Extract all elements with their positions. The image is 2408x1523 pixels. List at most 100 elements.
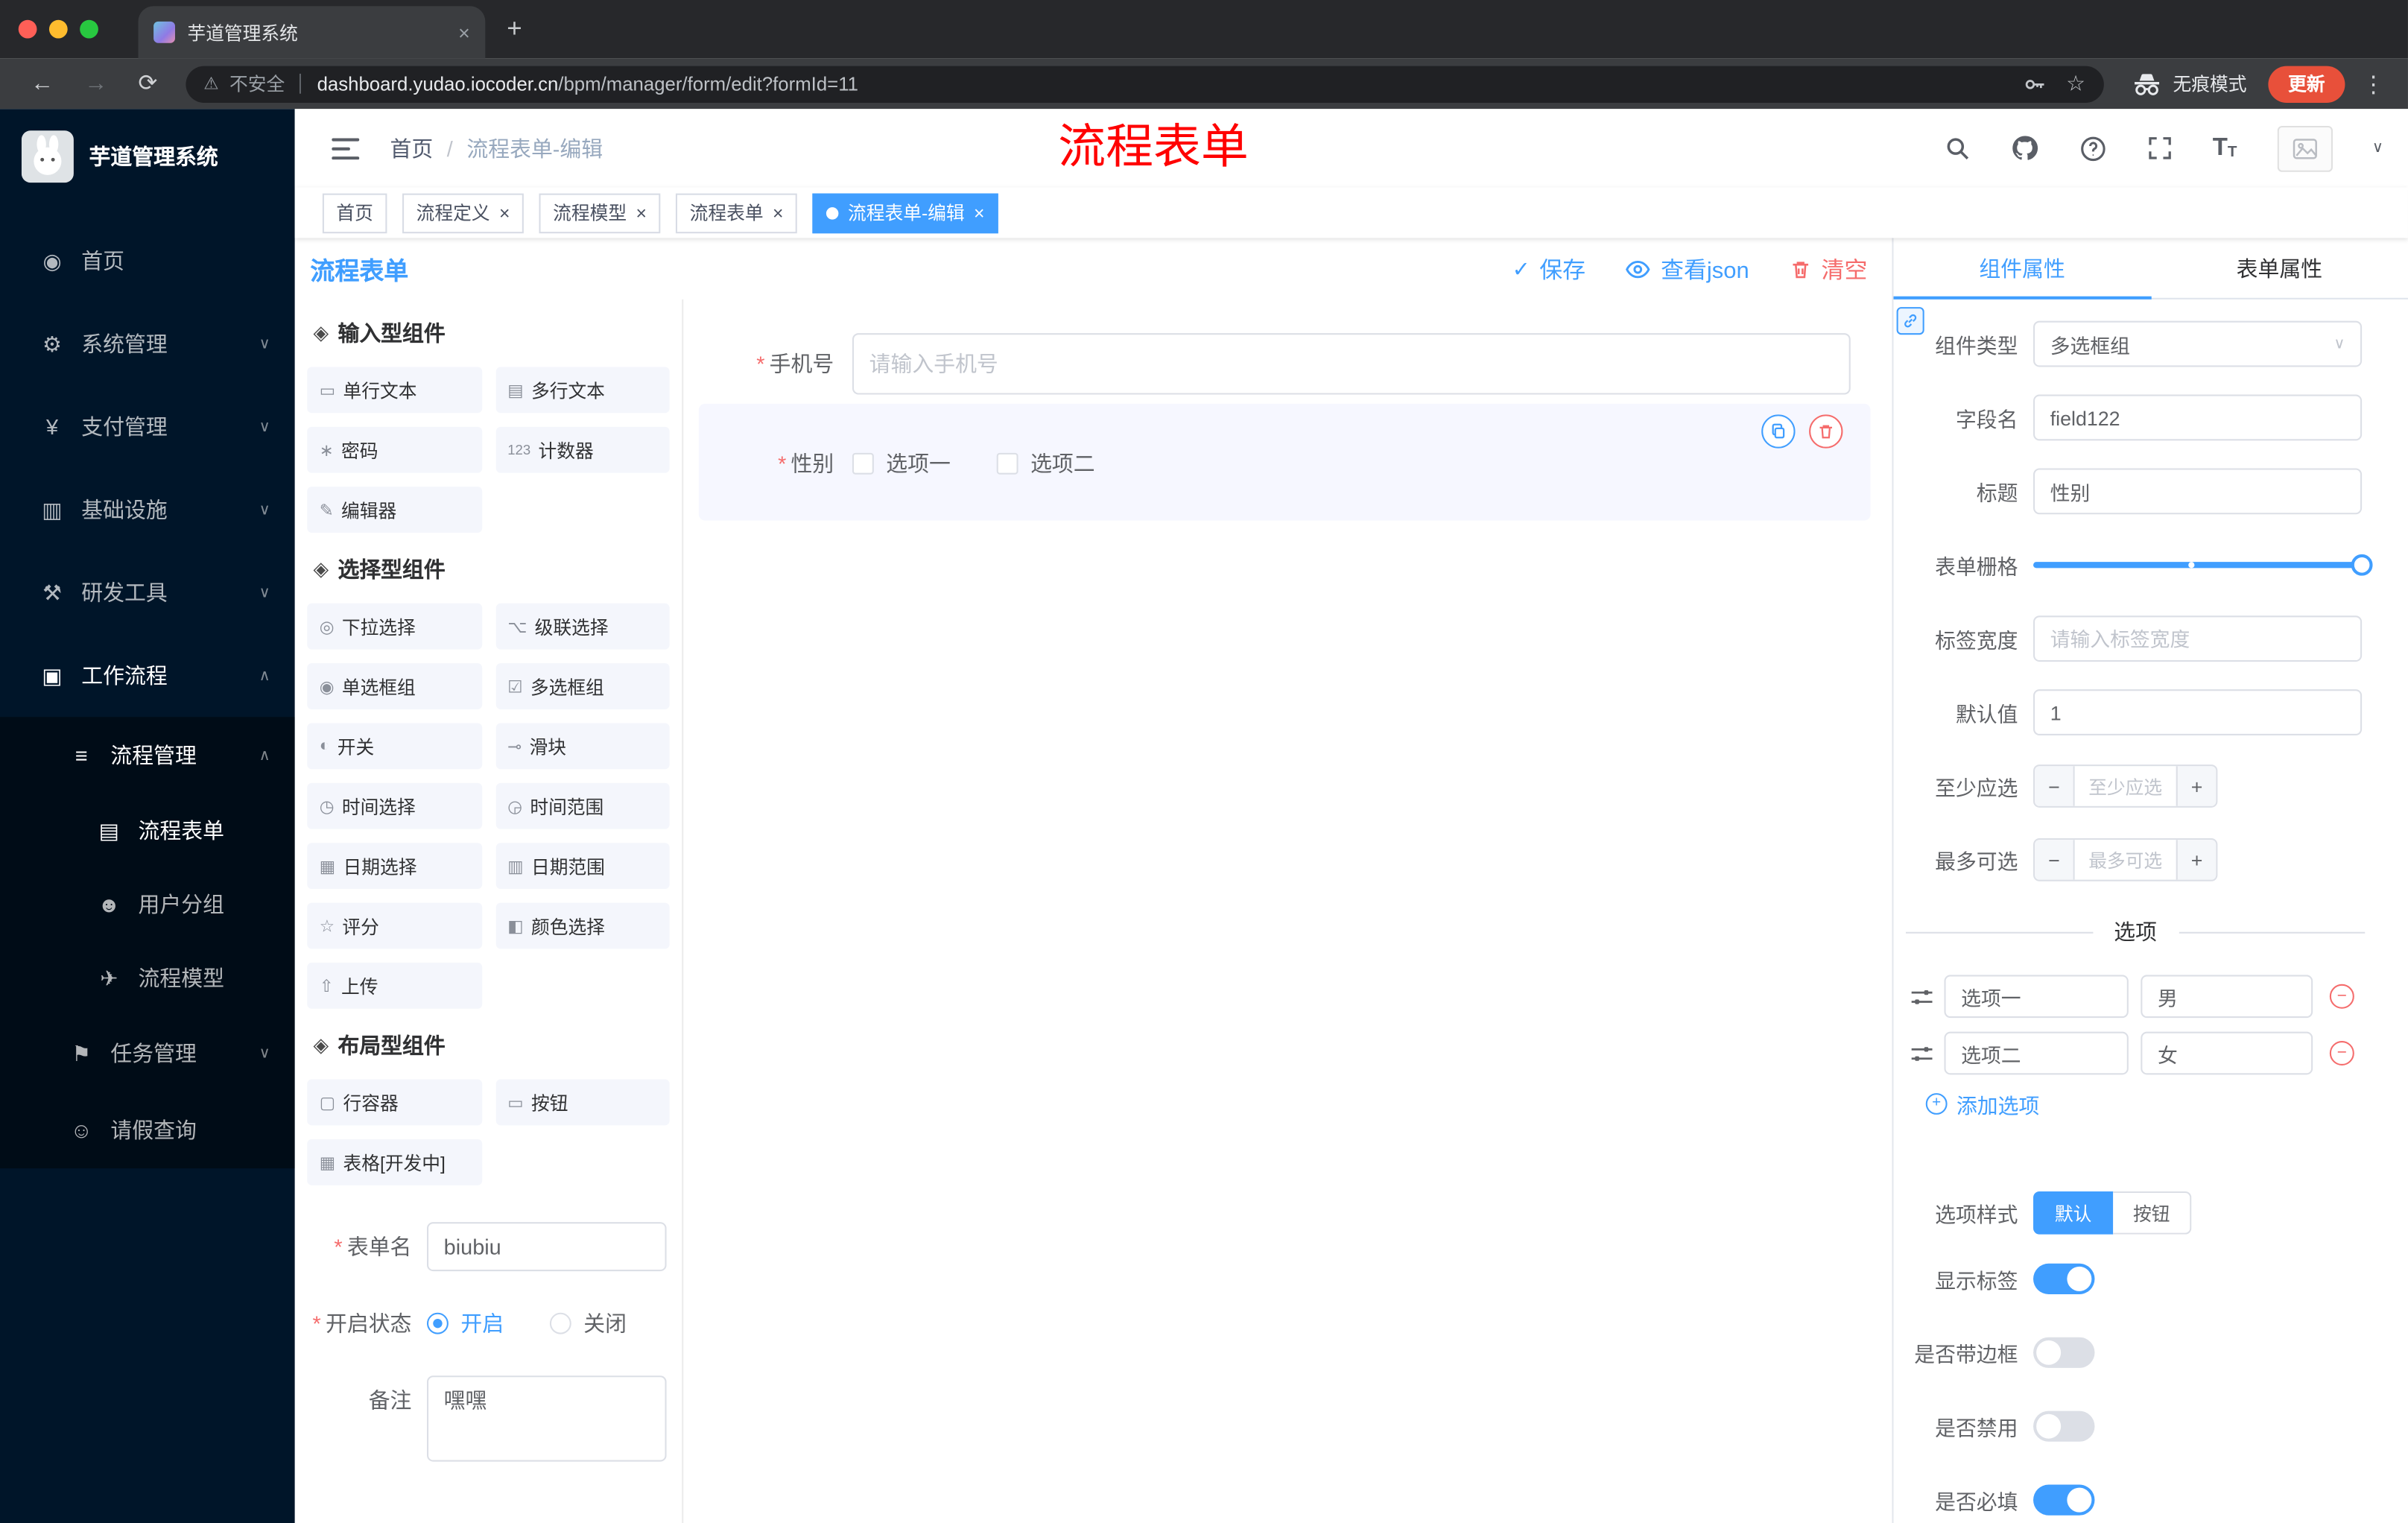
drag-handle-icon[interactable] bbox=[1910, 1043, 1933, 1063]
stepper-placeholder[interactable]: 最多可选 bbox=[2074, 840, 2176, 880]
default-value-input[interactable] bbox=[2033, 689, 2363, 735]
help-icon[interactable] bbox=[2079, 134, 2106, 162]
password-key-icon[interactable] bbox=[2023, 72, 2047, 96]
save-button[interactable]: ✓ 保存 bbox=[1512, 253, 1585, 285]
palette-item-switch[interactable]: ◐ 开关 bbox=[307, 723, 482, 770]
close-icon[interactable]: × bbox=[773, 203, 783, 222]
palette-item-select[interactable]: ◎ 下拉选择 bbox=[307, 603, 482, 650]
sidebar-item-leave-query[interactable]: ☺ 请假查询 bbox=[0, 1092, 295, 1168]
close-icon[interactable]: × bbox=[499, 203, 510, 222]
title-input[interactable] bbox=[2033, 468, 2363, 515]
palette-item-editor[interactable]: ✎ 编辑器 bbox=[307, 487, 482, 533]
slider-track[interactable] bbox=[2033, 554, 2373, 576]
add-option-button[interactable]: + 添加选项 bbox=[1925, 1089, 2377, 1119]
min-select-stepper[interactable]: − 至少应选 + bbox=[2033, 764, 2218, 808]
close-icon[interactable]: × bbox=[974, 203, 984, 222]
decrease-button[interactable]: − bbox=[2035, 840, 2075, 880]
show-label-switch[interactable] bbox=[2033, 1263, 2095, 1295]
close-window-button[interactable] bbox=[18, 19, 37, 39]
bookmark-star-icon[interactable]: ☆ bbox=[2066, 71, 2085, 97]
option-name-input[interactable] bbox=[1944, 975, 2129, 1019]
decrease-button[interactable]: − bbox=[2035, 766, 2075, 806]
link-icon[interactable] bbox=[1896, 307, 1924, 335]
palette-item-row-container[interactable]: ▢ 行容器 bbox=[307, 1079, 482, 1126]
tag-process-form-edit[interactable]: 流程表单-编辑 × bbox=[812, 192, 999, 233]
palette-item-password[interactable]: ∗ 密码 bbox=[307, 426, 482, 473]
collapse-sidebar-icon[interactable] bbox=[332, 137, 360, 159]
drag-handle-icon[interactable] bbox=[1910, 987, 1933, 1007]
sidebar-item-system-management[interactable]: ⚙ 系统管理 ∨ bbox=[0, 303, 295, 385]
palette-item-checkbox-group[interactable]: ☑ 多选框组 bbox=[495, 663, 670, 709]
increase-button[interactable]: + bbox=[2176, 766, 2217, 806]
sidebar-item-task-management[interactable]: ⚑ 任务管理 ∨ bbox=[0, 1015, 295, 1092]
breadcrumb-home[interactable]: 首页 bbox=[390, 133, 434, 163]
sidebar-item-home[interactable]: ◉ 首页 bbox=[0, 220, 295, 303]
canvas-item-phone[interactable]: * 手机号 bbox=[699, 333, 1871, 395]
sidebar-item-workflow[interactable]: ▣ 工作流程 ∧ bbox=[0, 634, 295, 717]
palette-item-cascader[interactable]: ⌥ 级联选择 bbox=[495, 603, 670, 650]
palette-item-slider[interactable]: ⊸ 滑块 bbox=[495, 723, 670, 770]
palette-item-counter[interactable]: 123 计数器 bbox=[495, 426, 670, 473]
sidebar-item-user-group[interactable]: ☻ 用户分组 bbox=[0, 867, 295, 941]
phone-input[interactable] bbox=[852, 333, 1851, 395]
tag-home[interactable]: 首页 bbox=[322, 192, 387, 233]
sidebar-item-payment-management[interactable]: ¥ 支付管理 ∨ bbox=[0, 385, 295, 468]
search-icon[interactable] bbox=[1944, 135, 1970, 161]
status-on-radio[interactable]: 开启 bbox=[427, 1308, 504, 1339]
increase-button[interactable]: + bbox=[2176, 840, 2217, 880]
maximize-window-button[interactable] bbox=[80, 19, 98, 39]
form-canvas[interactable]: * 手机号 请输入手机号 * 性别 选项一 选项二 bbox=[683, 300, 1892, 1523]
palette-item-date-range[interactable]: ▥ 日期范围 bbox=[495, 843, 670, 890]
sidebar-item-process-form[interactable]: ▤ 流程表单 bbox=[0, 794, 295, 867]
border-switch[interactable] bbox=[2033, 1337, 2095, 1368]
tab-form-props[interactable]: 表单属性 bbox=[2151, 238, 2408, 297]
tag-process-definition[interactable]: 流程定义 × bbox=[402, 192, 524, 233]
forward-icon[interactable]: → bbox=[84, 72, 107, 95]
url-field[interactable]: ⚠ 不安全 dashboard.yudao.iocoder.cn/bpm/man… bbox=[185, 65, 2104, 103]
close-icon[interactable]: × bbox=[636, 203, 646, 222]
avatar[interactable] bbox=[2277, 124, 2333, 171]
palette-item-time-picker[interactable]: ◷ 时间选择 bbox=[307, 782, 482, 829]
tab-component-props[interactable]: 组件属性 bbox=[1893, 238, 2150, 300]
close-tab-icon[interactable]: × bbox=[458, 22, 470, 42]
palette-item-multi-line-text[interactable]: ▤ 多行文本 bbox=[495, 367, 670, 414]
fullscreen-icon[interactable] bbox=[2146, 135, 2173, 161]
status-off-radio[interactable]: 关闭 bbox=[549, 1308, 627, 1339]
minimize-window-button[interactable] bbox=[48, 19, 68, 39]
label-width-input[interactable] bbox=[2033, 615, 2363, 662]
checkbox-icon[interactable] bbox=[996, 452, 1018, 475]
tag-process-form[interactable]: 流程表单 × bbox=[676, 192, 797, 233]
style-default-button[interactable]: 默认 bbox=[2033, 1191, 2114, 1235]
remove-option-button[interactable]: − bbox=[2329, 984, 2354, 1009]
slider-handle[interactable] bbox=[2351, 554, 2373, 576]
option-value-input[interactable] bbox=[2141, 975, 2313, 1019]
tag-process-model[interactable]: 流程模型 × bbox=[539, 192, 661, 233]
sidebar-item-infrastructure[interactable]: ▥ 基础设施 ∨ bbox=[0, 468, 295, 551]
option-name-input[interactable] bbox=[1944, 1031, 2129, 1075]
field-name-input[interactable] bbox=[2033, 394, 2363, 441]
sidebar-item-process-management[interactable]: ≡ 流程管理 ∧ bbox=[0, 717, 295, 794]
avatar-caret-icon[interactable]: ∨ bbox=[2372, 140, 2383, 157]
checkbox-icon[interactable] bbox=[852, 452, 874, 475]
palette-item-rate[interactable]: ☆ 评分 bbox=[307, 902, 482, 949]
palette-item-button[interactable]: ▭ 按钮 bbox=[495, 1079, 670, 1126]
disabled-switch[interactable] bbox=[2033, 1410, 2095, 1442]
browser-tab[interactable]: 芋道管理系统 × bbox=[138, 6, 486, 59]
palette-item-radio-group[interactable]: ◉ 单选框组 bbox=[307, 663, 482, 709]
form-name-input[interactable] bbox=[427, 1222, 667, 1272]
selected-widget-gender[interactable]: * 性别 选项一 选项二 bbox=[698, 403, 1871, 521]
palette-item-table[interactable]: ▦ 表格[开发中] bbox=[307, 1139, 482, 1185]
font-size-icon[interactable]: TT bbox=[2213, 135, 2237, 160]
required-switch[interactable] bbox=[2033, 1484, 2095, 1516]
style-button-button[interactable]: 按钮 bbox=[2113, 1191, 2192, 1235]
update-browser-button[interactable]: 更新 bbox=[2268, 65, 2345, 103]
reload-icon[interactable]: ⟳ bbox=[139, 72, 158, 95]
delete-widget-button[interactable] bbox=[1809, 414, 1843, 449]
palette-item-date-picker[interactable]: ▦ 日期选择 bbox=[307, 843, 482, 890]
browser-menu-icon[interactable]: ⋮ bbox=[2362, 70, 2385, 98]
palette-item-single-line-text[interactable]: ▭ 单行文本 bbox=[307, 367, 482, 414]
grid-slider[interactable] bbox=[2033, 542, 2373, 588]
max-select-stepper[interactable]: − 最多可选 + bbox=[2033, 838, 2218, 881]
sidebar-item-dev-tools[interactable]: ⚒ 研发工具 ∨ bbox=[0, 551, 295, 634]
palette-item-upload[interactable]: ⇧ 上传 bbox=[307, 962, 482, 1009]
